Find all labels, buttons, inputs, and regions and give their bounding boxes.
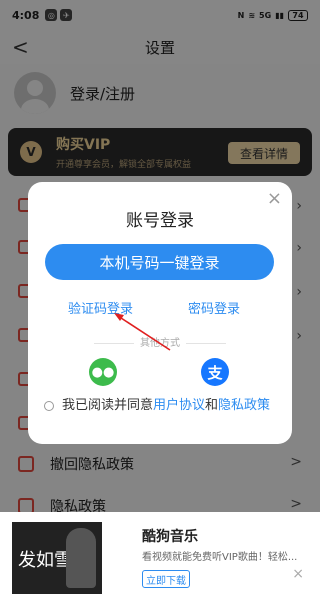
ad-banner[interactable]: 发如雪 酷狗音乐 看视频就能免费听VIP歌曲！轻松... 立即下载 ×: [0, 512, 320, 600]
and-text: 和: [205, 398, 219, 413]
privacy-policy-link[interactable]: 隐私政策: [218, 398, 270, 413]
agree-prefix: 我已阅读并同意: [62, 398, 154, 413]
user-agreement-link[interactable]: 用户协议: [153, 398, 205, 413]
ad-thumb-text: 发如雪: [18, 550, 72, 571]
alipay-icon[interactable]: 支: [201, 358, 229, 386]
other-methods-divider: 其他方式: [28, 334, 292, 349]
agree-radio[interactable]: [44, 400, 54, 411]
ad-close-icon[interactable]: ×: [292, 566, 304, 582]
ad-app-name: 酷狗音乐: [142, 529, 198, 545]
ad-thumb-person: [66, 528, 96, 588]
one-click-login-button[interactable]: 本机号码一键登录: [45, 244, 274, 280]
password-login-link[interactable]: 密码登录: [188, 298, 240, 317]
ad-download-button[interactable]: 立即下载: [142, 570, 190, 588]
wechat-icon[interactable]: ●●: [89, 358, 117, 386]
dialog-title: 账号登录: [126, 211, 194, 231]
ad-description: 看视频就能免费听VIP歌曲！轻松...: [142, 552, 298, 563]
sms-code-login-link[interactable]: 验证码登录: [68, 298, 133, 317]
login-dialog: × 账号登录 本机号码一键登录 验证码登录 密码登录 其他方式 ●● 支 我已阅…: [28, 182, 292, 444]
agreement-text: 我已阅读并同意用户协议和隐私政策: [44, 396, 280, 415]
ad-thumbnail: 发如雪: [12, 522, 102, 594]
